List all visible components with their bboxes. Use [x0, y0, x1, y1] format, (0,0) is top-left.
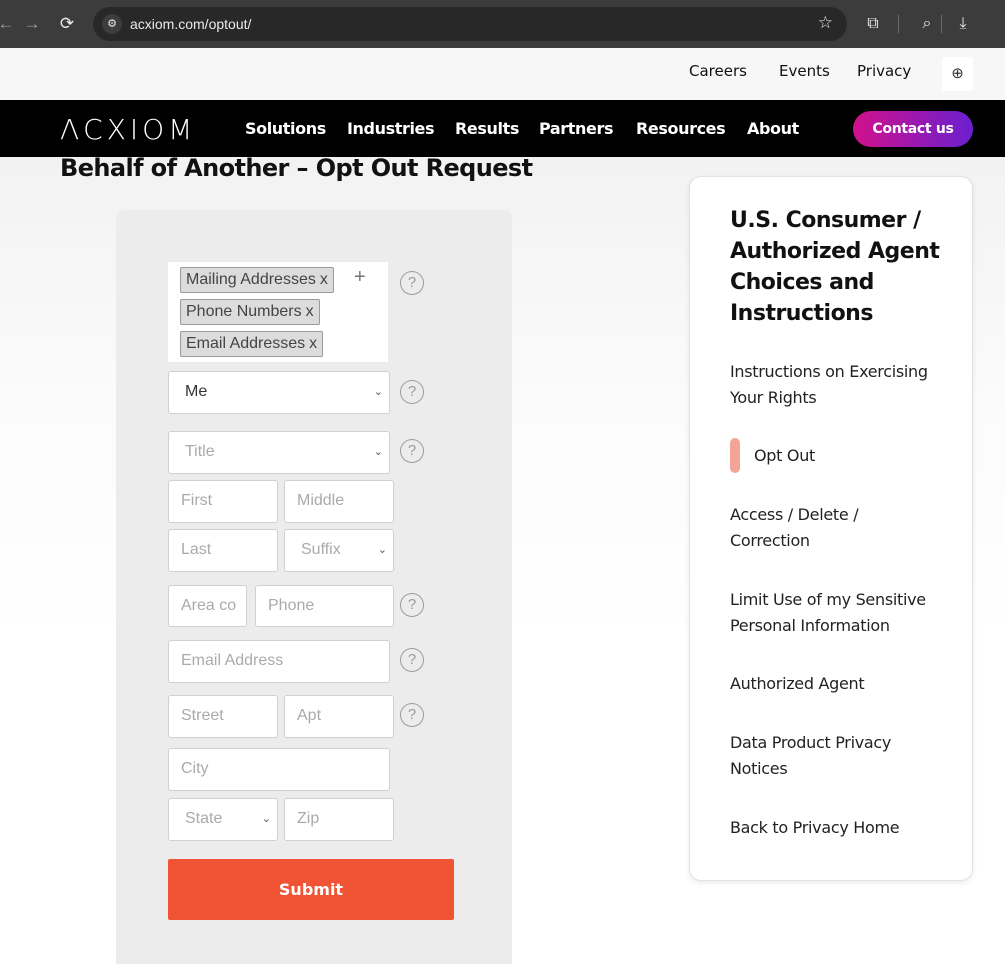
- sidebar-title: U.S. Consumer / Authorized Agent Choices…: [730, 208, 940, 326]
- chevron-down-icon: ⌄: [373, 446, 383, 458]
- tag-remove-icon[interactable]: x: [309, 335, 317, 352]
- state-select[interactable]: State ⌄: [168, 798, 278, 841]
- active-indicator: [730, 438, 740, 473]
- requester-value: Me: [185, 383, 208, 400]
- area-code-input[interactable]: Area co: [168, 585, 247, 627]
- state-select-value: State: [185, 810, 223, 827]
- chevron-down-icon: ⌄: [261, 813, 271, 825]
- search-tab-icon[interactable]: ⌕: [915, 12, 939, 36]
- menu-item-about[interactable]: About: [747, 119, 799, 138]
- globe-icon[interactable]: ⊕: [942, 57, 973, 91]
- help-icon[interactable]: ?: [400, 271, 424, 295]
- chevron-down-icon: ⌄: [377, 544, 387, 556]
- menu-item-solutions[interactable]: Solutions: [245, 119, 326, 138]
- help-icon[interactable]: ?: [400, 439, 424, 463]
- phone-input[interactable]: Phone: [255, 585, 394, 627]
- menu-item-partners[interactable]: Partners: [539, 119, 613, 138]
- site-info-icon[interactable]: ⚙: [102, 14, 122, 34]
- tag-remove-icon[interactable]: x: [306, 303, 314, 320]
- sidebar-link-limit-use[interactable]: Limit Use of my Sensitive Personal Infor…: [730, 587, 960, 639]
- tag-label: Phone Numbers: [186, 303, 302, 320]
- contact-us-button[interactable]: Contact us: [853, 111, 973, 147]
- sidebar-link-access-delete[interactable]: Access / Delete / Correction: [730, 502, 930, 554]
- toolbar-divider: [898, 15, 899, 33]
- suffix-select[interactable]: Suffix ⌄: [284, 529, 394, 572]
- middle-name-input[interactable]: Middle: [284, 480, 394, 523]
- sidebar-link-opt-out[interactable]: Opt Out: [754, 443, 984, 469]
- address-bar[interactable]: ⚙ acxiom.com/optout/ ☆: [93, 7, 847, 41]
- tag-label: Email Addresses: [186, 335, 306, 352]
- sidebar-link-instructions[interactable]: Instructions on Exercising Your Rights: [730, 359, 960, 411]
- help-icon[interactable]: ?: [400, 648, 424, 672]
- nav-link-careers[interactable]: Careers: [689, 62, 747, 80]
- nav-link-privacy[interactable]: Privacy: [857, 62, 911, 80]
- page-title: Behalf of Another – Opt Out Request: [60, 154, 533, 182]
- toolbar-divider: [941, 15, 942, 33]
- tag-remove-icon[interactable]: x: [320, 271, 328, 288]
- menu-item-industries[interactable]: Industries: [347, 119, 435, 138]
- tag-phone-numbers: Phone Numbers x: [180, 299, 320, 325]
- reload-icon[interactable]: ⟳: [55, 12, 79, 36]
- back-icon[interactable]: ←: [0, 12, 18, 36]
- email-input[interactable]: Email Address: [168, 640, 390, 683]
- help-icon[interactable]: ?: [400, 703, 424, 727]
- city-input[interactable]: City: [168, 748, 390, 791]
- last-name-input[interactable]: Last: [168, 529, 278, 572]
- nav-link-events[interactable]: Events: [779, 62, 830, 80]
- add-tag-icon[interactable]: +: [354, 266, 366, 289]
- menu-item-resources[interactable]: Resources: [636, 119, 726, 138]
- bookmark-star-icon[interactable]: ☆: [818, 13, 833, 33]
- url-text[interactable]: acxiom.com/optout/: [130, 16, 251, 32]
- title-select-value: Title: [185, 443, 215, 460]
- help-icon[interactable]: ?: [400, 593, 424, 617]
- chevron-down-icon: ⌄: [373, 386, 383, 398]
- download-icon[interactable]: ⤓: [951, 12, 975, 36]
- utility-nav: Careers Events Privacy: [0, 48, 1005, 100]
- zip-input[interactable]: Zip: [284, 798, 394, 841]
- extensions-icon[interactable]: ⧉: [861, 12, 885, 36]
- street-input[interactable]: Street: [168, 695, 278, 738]
- apt-input[interactable]: Apt: [284, 695, 394, 738]
- browser-toolbar: ← → ⟳ ⚙ acxiom.com/optout/ ☆ ⧉ ⌕ ⤓: [0, 0, 1005, 48]
- forward-icon[interactable]: →: [20, 12, 44, 36]
- submit-button[interactable]: Submit: [168, 859, 454, 920]
- tag-email-addresses: Email Addresses x: [180, 331, 324, 357]
- main-nav: ΛCXIOM Solutions Industries Results Part…: [0, 100, 1005, 157]
- tag-mailing-addresses: Mailing Addresses x: [180, 267, 334, 293]
- menu-item-results[interactable]: Results: [455, 119, 519, 138]
- data-type-tag-input[interactable]: Mailing Addresses x Phone Numbers x Email …: [168, 262, 388, 362]
- sidebar-link-back-home[interactable]: Back to Privacy Home: [730, 815, 960, 841]
- first-name-input[interactable]: First: [168, 480, 278, 523]
- sidebar-link-data-product[interactable]: Data Product Privacy Notices: [730, 730, 930, 782]
- title-select[interactable]: Title ⌄: [168, 431, 390, 474]
- acxiom-logo[interactable]: ΛCXIOM: [60, 113, 196, 146]
- sidebar-link-authorized-agent[interactable]: Authorized Agent: [730, 671, 960, 697]
- suffix-select-value: Suffix: [301, 541, 341, 558]
- privacy-sidebar: U.S. Consumer / Authorized Agent Choices…: [689, 176, 973, 881]
- requester-select[interactable]: Me ⌄: [168, 371, 390, 414]
- help-icon[interactable]: ?: [400, 380, 424, 404]
- tag-label: Mailing Addresses: [186, 271, 316, 288]
